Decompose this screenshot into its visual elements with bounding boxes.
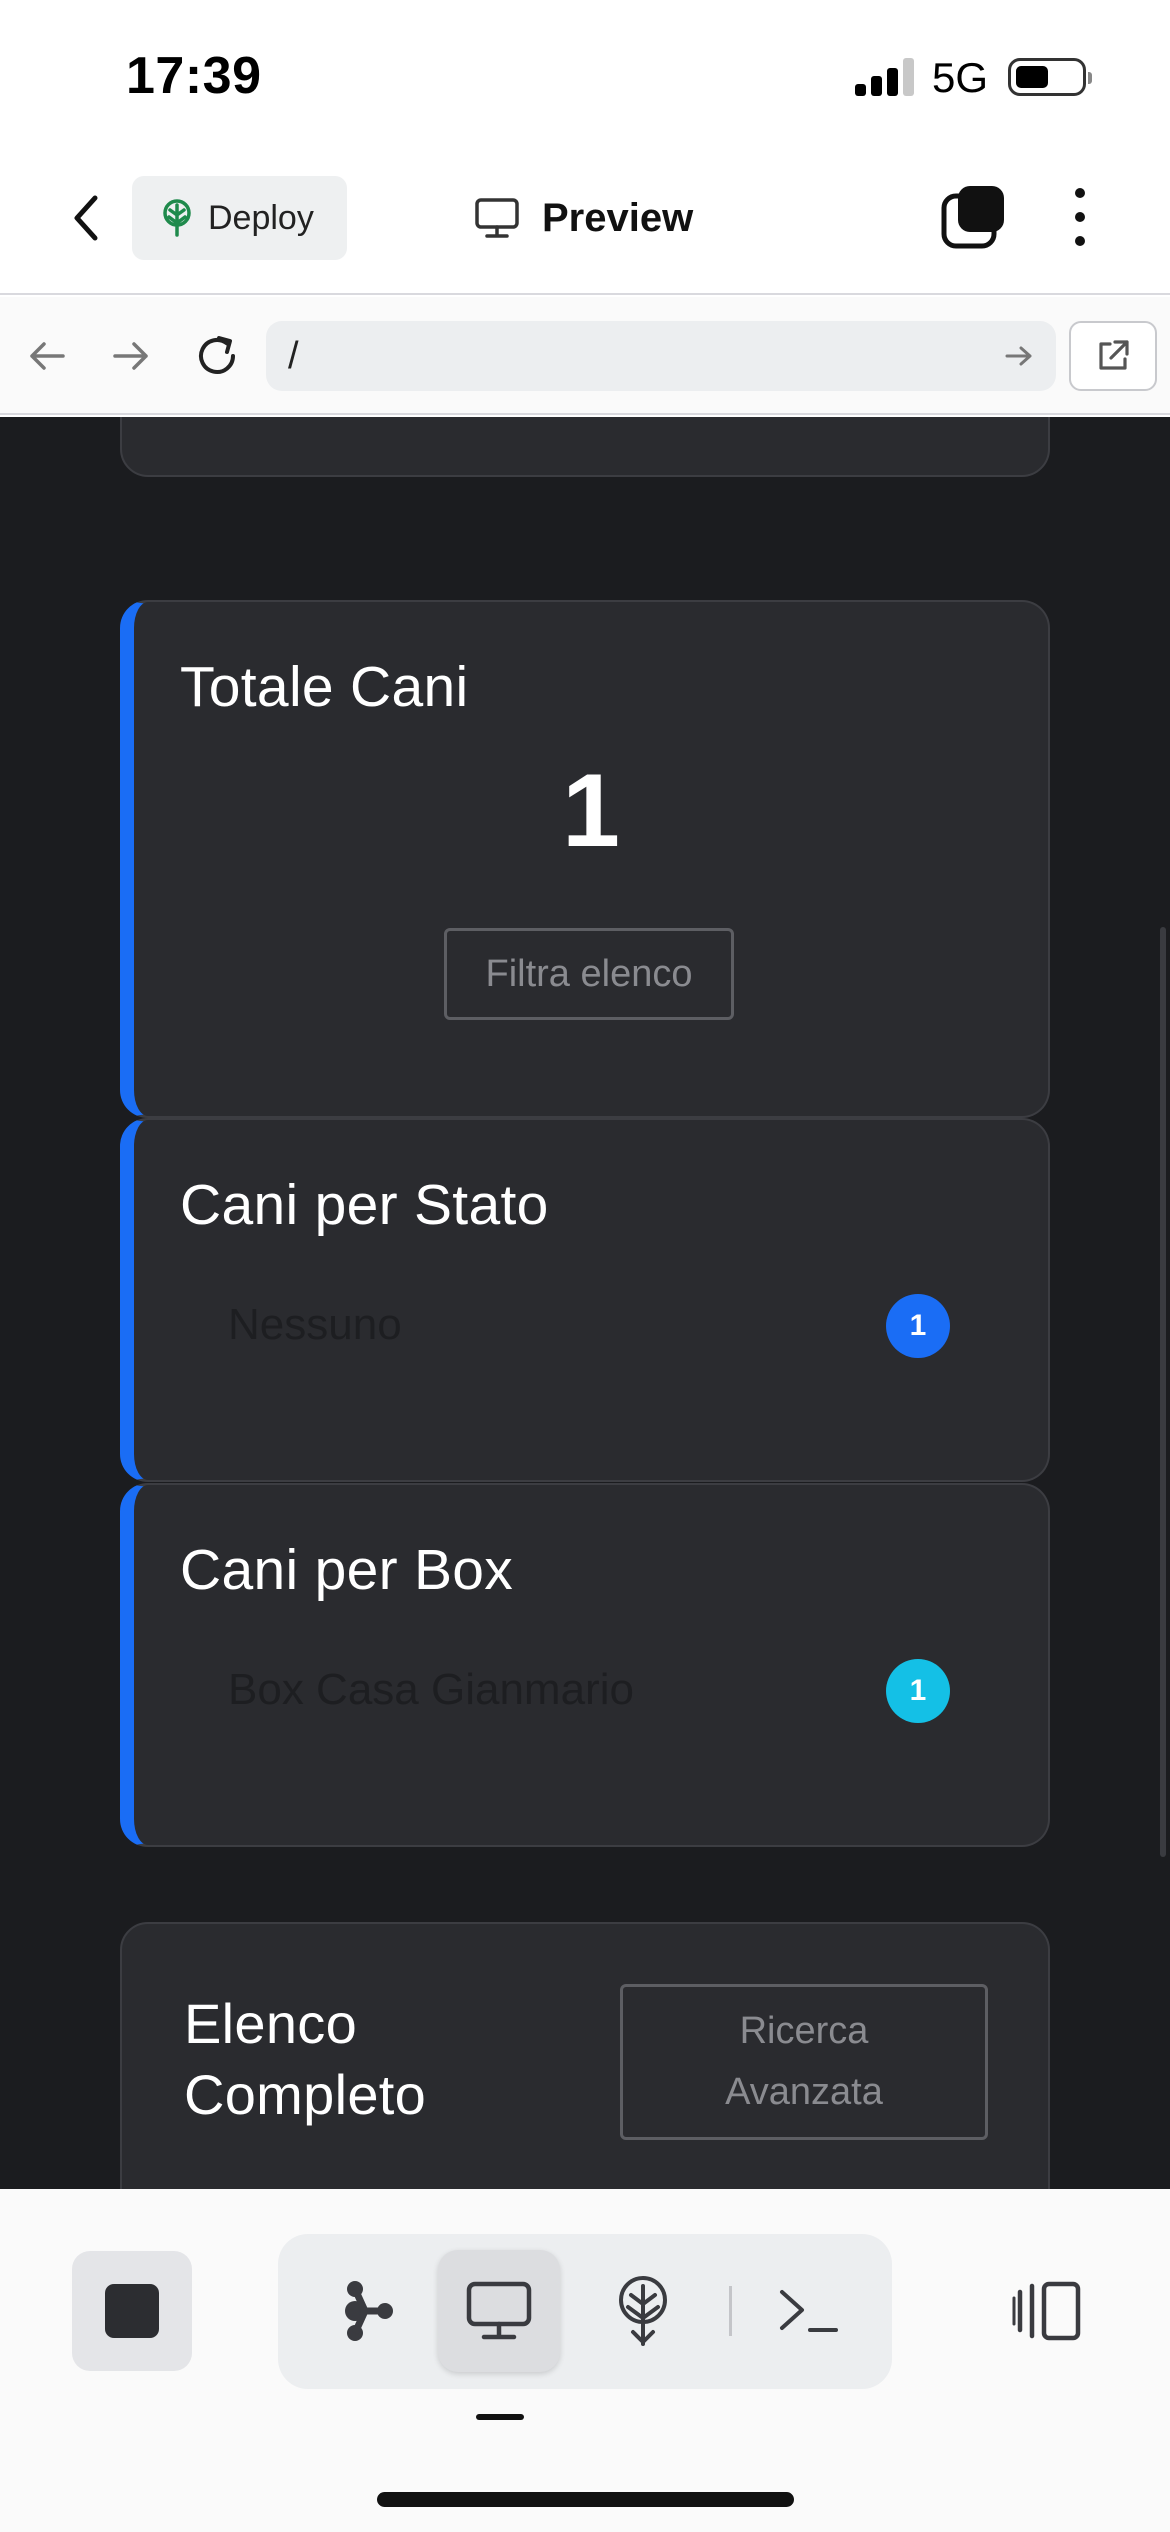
arrow-right-icon — [113, 342, 148, 370]
monitor-icon — [466, 2281, 532, 2340]
stato-row-label: Nessuno — [228, 1300, 402, 1349]
monitor-icon — [475, 198, 519, 238]
nav-forward-button[interactable] — [102, 327, 160, 385]
more-menu-button[interactable] — [1055, 184, 1105, 250]
panel-toggle-button[interactable] — [996, 2251, 1096, 2371]
deploy-tree-icon — [619, 2276, 667, 2346]
open-external-button[interactable] — [1069, 321, 1157, 391]
status-time: 17:39 — [126, 47, 262, 105]
graph-icon — [345, 2281, 393, 2341]
chevron-left-icon — [74, 195, 98, 241]
more-vertical-icon — [1075, 188, 1085, 198]
card-title: Cani per Stato — [180, 1173, 549, 1237]
advanced-search-button[interactable]: Ricerca Avanzata — [620, 1984, 988, 2140]
total-count: 1 — [562, 753, 620, 869]
tabs-icon — [941, 186, 1004, 249]
external-link-icon — [1099, 340, 1129, 370]
app-header: Deploy Preview — [0, 150, 1170, 295]
status-bar: 17:39 5G — [0, 0, 1170, 150]
url-input[interactable] — [288, 321, 978, 391]
arrow-left-icon — [30, 342, 65, 370]
signal-icon — [855, 58, 914, 96]
previous-card — [120, 417, 1050, 477]
deploy-tool-button[interactable] — [582, 2250, 704, 2372]
deploy-label: Deploy — [208, 198, 314, 237]
tool-group — [278, 2234, 892, 2389]
graph-button[interactable] — [308, 2250, 430, 2372]
card-elenco-completo: Elenco Completo Ricerca Avanzata — [120, 1922, 1050, 2189]
reload-icon — [199, 336, 235, 374]
preview-tool-button[interactable] — [438, 2250, 560, 2372]
nav-back-button[interactable] — [18, 327, 76, 385]
battery-icon — [1008, 58, 1092, 96]
filter-list-button[interactable]: Filtra elenco — [444, 928, 734, 1020]
url-bar — [266, 321, 1056, 391]
home-indicator[interactable] — [377, 2492, 794, 2507]
tabs-button[interactable] — [940, 184, 1006, 250]
scrollbar[interactable] — [1160, 927, 1166, 1857]
card-cani-per-stato: Cani per Stato Nessuno 1 — [120, 1118, 1050, 1482]
deploy-tree-icon — [163, 199, 191, 237]
stato-count-badge: 1 — [886, 1294, 950, 1358]
network-label: 5G — [932, 54, 989, 101]
panel-icon — [1012, 2281, 1081, 2341]
active-tab-indicator — [476, 2414, 524, 2420]
terminal-button[interactable] — [748, 2250, 870, 2372]
deploy-button[interactable]: Deploy — [132, 176, 347, 260]
box-count-badge: 1 — [886, 1659, 950, 1723]
card-title: Elenco Completo — [184, 1992, 427, 2127]
card-cani-per-box: Cani per Box Box Casa Gianmario 1 — [120, 1483, 1050, 1847]
preview-content: Totale Cani 1 Filtra elenco Cani per Sta… — [0, 417, 1170, 2189]
stop-button[interactable] — [72, 2251, 192, 2371]
card-title: Totale Cani — [180, 655, 469, 719]
box-row-label: Box Casa Gianmario — [228, 1665, 634, 1714]
reload-button[interactable] — [188, 327, 246, 385]
arrow-right-icon — [1005, 346, 1032, 366]
card-title: Cani per Box — [180, 1538, 514, 1602]
browser-toolbar — [0, 297, 1170, 415]
bottom-toolbar — [0, 2189, 1170, 2532]
terminal-icon — [780, 2290, 838, 2332]
back-button[interactable] — [58, 186, 114, 250]
tool-divider — [729, 2286, 732, 2336]
preview-title: Preview — [474, 186, 693, 250]
card-totale-cani: Totale Cani 1 Filtra elenco — [120, 600, 1050, 1118]
stop-icon — [105, 2284, 159, 2338]
url-go-button[interactable] — [998, 335, 1040, 377]
page-title: Preview — [542, 195, 694, 240]
